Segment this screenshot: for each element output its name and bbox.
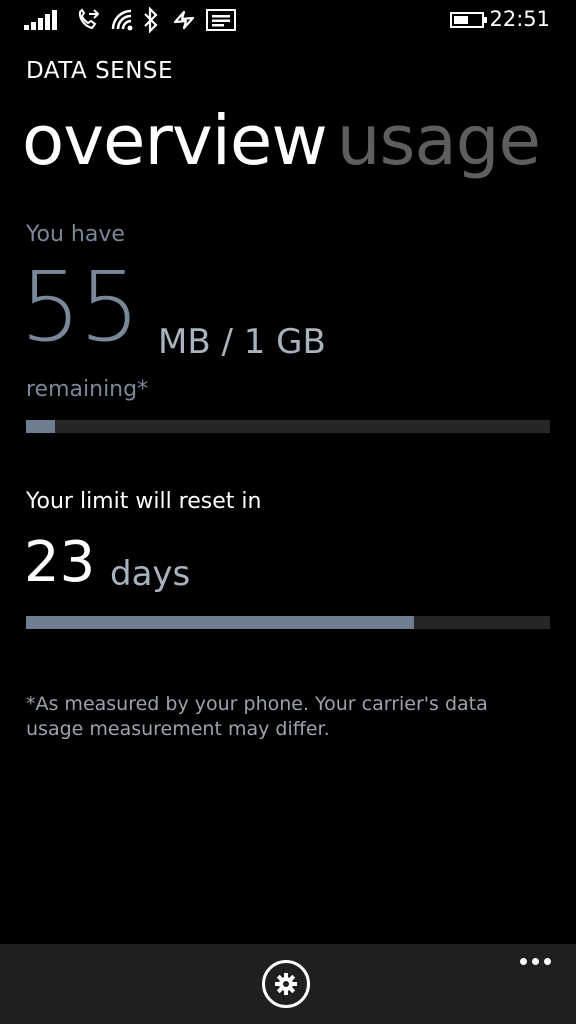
call-forwarding-icon xyxy=(76,8,100,32)
you-have-label: You have xyxy=(26,222,125,247)
reset-progress-fill xyxy=(26,616,414,629)
battery-icon xyxy=(450,12,488,32)
more-options-button[interactable] xyxy=(514,950,558,974)
reset-progress-bar xyxy=(26,616,550,629)
settings-button[interactable] xyxy=(262,960,310,1008)
remaining-label: remaining* xyxy=(26,377,149,402)
signal-strength-icon xyxy=(24,10,60,30)
data-usage-progress-bar xyxy=(26,420,550,433)
reset-days-count: 23 xyxy=(24,530,96,595)
data-usage-progress-fill xyxy=(26,420,55,433)
status-bar: 22:51 xyxy=(0,0,576,40)
app-title: DATA SENSE xyxy=(26,58,174,84)
pivot-header: overview usage xyxy=(22,96,541,186)
wifi-icon xyxy=(110,8,134,32)
more-options-dot xyxy=(532,958,539,965)
data-sense-icon xyxy=(172,8,196,32)
gear-icon xyxy=(275,973,297,995)
pivot-item-usage[interactable]: usage xyxy=(337,96,541,186)
data-remaining-amount: 55 xyxy=(20,251,140,363)
data-remaining-unit: MB / 1 GB xyxy=(158,322,326,362)
more-options-dot xyxy=(544,958,551,965)
clock: 22:51 xyxy=(489,7,550,31)
more-options-icon xyxy=(520,958,527,965)
reset-label: Your limit will reset in xyxy=(26,489,262,514)
pivot-item-overview[interactable]: overview xyxy=(22,96,328,186)
measurement-footnote: *As measured by your phone. Your carrier… xyxy=(26,693,488,740)
bluetooth-icon xyxy=(142,7,160,33)
reset-days-unit: days xyxy=(110,554,191,594)
message-icon xyxy=(206,9,236,31)
app-bar xyxy=(0,944,576,1024)
